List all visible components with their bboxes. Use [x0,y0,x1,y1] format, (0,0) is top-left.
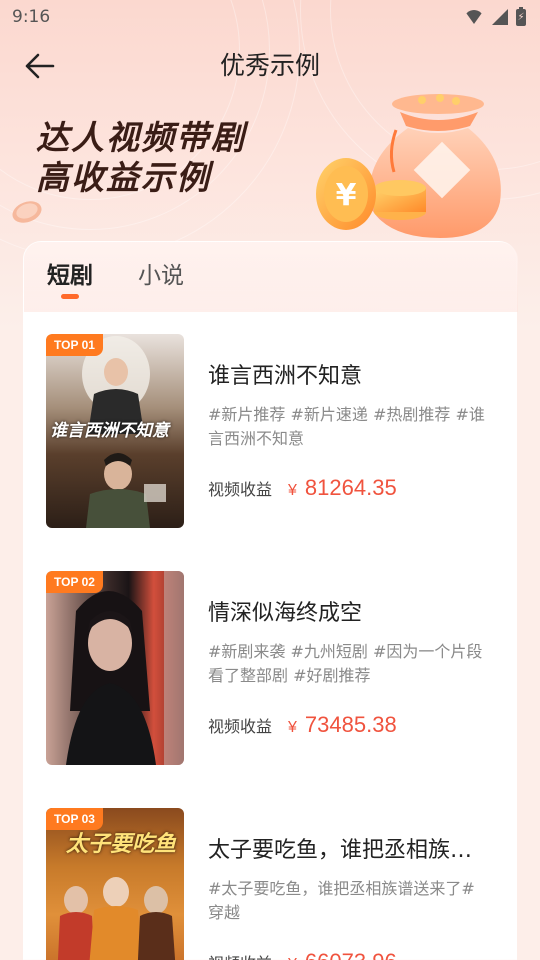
status-time: 9:16 [12,7,51,27]
currency-symbol: ¥ [288,719,297,736]
earnings-amount: 66073.96 [305,949,397,960]
coin-symbol: ¥ [336,178,357,213]
earnings-label: 视频收益 [208,950,272,960]
earnings-amount: 73485.38 [304,712,397,737]
poster-title-text: 谁言西洲不知意 [50,421,169,441]
list-item[interactable]: TOP 02 情深似海终成空 #新剧来袭 #九州短剧 #因为一个片段看了整部剧 … [46,571,496,767]
banner-line-1: 达人视频带剧 [36,118,246,157]
earnings-row: 视频收益 ¥66073.96 [208,949,397,960]
drama-poster[interactable]: 太子要吃鱼 TOP 03 [46,808,184,960]
drama-tags: #新片推荐 #新片速递 #热剧推荐 #谁言西洲不知意 [208,405,485,448]
list-item[interactable]: 太子要吃鱼 TOP 03 太子要吃鱼，谁把丞相族… #太子要吃鱼，谁把丞相族谱送… [46,808,496,960]
status-bar: 9:16 [0,0,540,34]
earnings-label: 视频收益 [208,480,273,499]
rank-badge: TOP 03 [46,808,103,830]
wifi-icon [464,10,484,24]
signal-icon [492,9,508,25]
tab-novel[interactable]: 小说 [138,260,184,292]
drama-title[interactable]: 情深似海终成空 [208,599,496,629]
drama-tags: #新剧来袭 #九州短剧 #因为一个片段看了整部剧 #好剧推荐 [208,642,483,685]
status-icons [464,6,526,26]
currency-symbol: ¥ [288,956,297,960]
money-bag-icon: ¥ [316,94,501,238]
earnings-row: 视频收益 ¥73485.38 [208,712,397,738]
small-coin-icon [12,201,42,223]
earnings-amount: 81264.35 [304,475,397,500]
drama-title[interactable]: 谁言西洲不知意 [208,362,496,392]
banner-headline: 达人视频带剧 高收益示例 [36,118,246,198]
list-item[interactable]: 谁言西洲不知意 TOP 01 谁言西洲不知意 #新片推荐 #新片速递 #热剧推荐… [46,334,496,530]
poster-figures [66,571,184,765]
earnings-value: ¥66073.96 [288,949,397,960]
page-title: 优秀示例 [219,51,320,80]
drama-tags: #太子要吃鱼，谁把丞相族谱送来了#穿越 [208,879,475,922]
banner-line-2: 高收益示例 [36,158,211,197]
earnings-label: 视频收益 [208,717,273,736]
earnings-value: ¥73485.38 [288,712,397,738]
drama-poster[interactable]: TOP 02 [46,571,184,765]
active-tab-indicator [61,294,79,299]
earnings-value: ¥81264.35 [288,475,397,501]
tab-bar: 短剧 小说 [24,242,518,312]
drama-title[interactable]: 太子要吃鱼，谁把丞相族… [208,836,496,866]
rank-badge: TOP 01 [46,334,103,356]
earnings-row: 视频收益 ¥81264.35 [208,475,397,501]
drama-poster[interactable]: 谁言西洲不知意 TOP 01 [46,334,184,528]
poster-title-text: 太子要吃鱼 [66,832,177,857]
examples-card: 短剧 小说 谁言西洲不知意 TOP 01 谁言西洲不知意 #新片推荐 #新片速递… [23,241,518,960]
tab-short-drama[interactable]: 短剧 [47,260,93,292]
currency-symbol: ¥ [288,482,297,499]
nav-bar: 优秀示例 [0,34,540,98]
rank-badge: TOP 02 [46,571,103,593]
battery-icon [516,6,526,26]
